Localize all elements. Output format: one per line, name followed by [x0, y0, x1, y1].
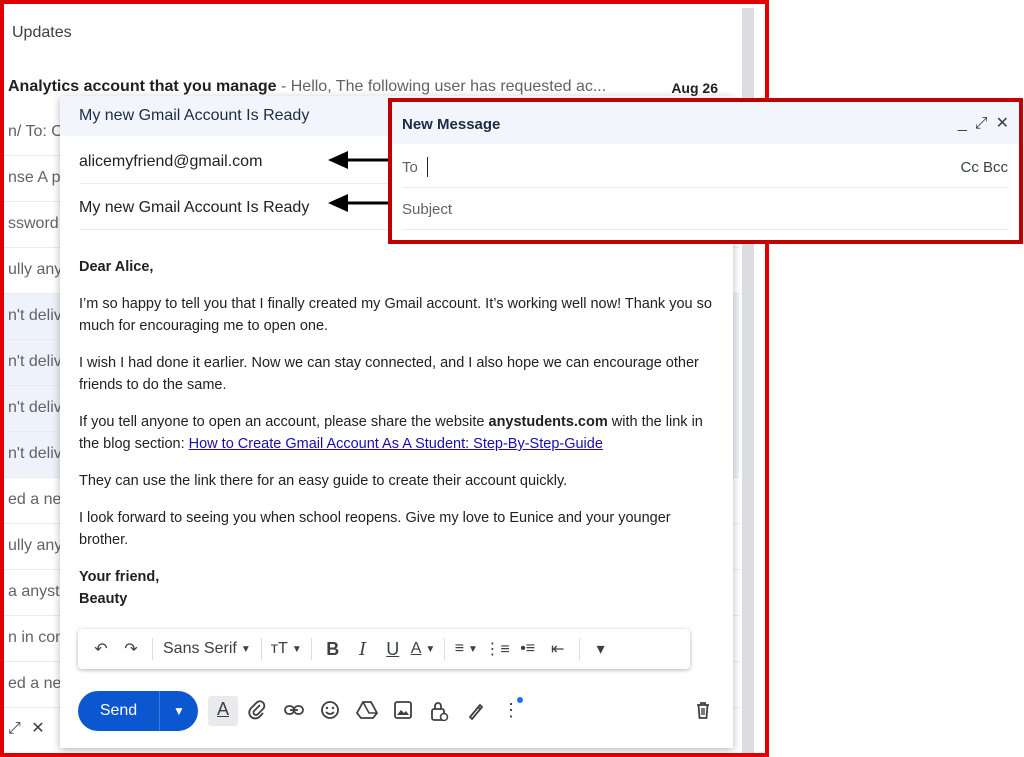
notification-dot: [517, 697, 523, 703]
close-icon[interactable]: ✕: [996, 115, 1009, 132]
subject-value: My new Gmail Account Is Ready: [79, 199, 310, 216]
chevron-down-icon: ▼: [240, 643, 251, 655]
to-label: To: [402, 159, 418, 176]
font-family-select[interactable]: Sans Serif ▼: [159, 635, 255, 663]
close-icon[interactable]: ✕: [31, 720, 44, 737]
new-message-title: New Message: [402, 116, 501, 133]
arrow-subject-field-icon: [328, 194, 388, 212]
more-formatting-icon[interactable]: ▾: [586, 635, 616, 663]
body-text: If you tell anyone to open an account, p…: [79, 414, 489, 430]
message-body[interactable]: Dear Alice, I’m so happy to tell you tha…: [79, 256, 714, 610]
body-signature: Beauty: [79, 591, 128, 607]
send-options-button[interactable]: ▼: [160, 691, 198, 731]
bold-button[interactable]: B: [318, 635, 348, 663]
send-button[interactable]: Send: [78, 691, 160, 731]
inbox-window-controls: ⤢ ✕: [8, 718, 51, 738]
underline-button[interactable]: U: [378, 635, 408, 663]
compose-title: My new Gmail Account Is Ready: [79, 107, 310, 124]
arrow-to-field-icon: [328, 151, 388, 169]
text-color-icon: A: [410, 640, 422, 657]
chevron-down-icon: ▼: [468, 643, 478, 655]
website-name: anystudents.com: [488, 414, 608, 430]
attach-file-icon[interactable]: [244, 700, 270, 724]
toolbar-divider: [444, 638, 446, 660]
toolbar-divider: [152, 638, 153, 660]
send-group: Send ▼: [78, 691, 198, 731]
minimize-icon[interactable]: _: [958, 115, 967, 132]
bulleted-list-icon[interactable]: •≡: [513, 635, 543, 663]
align-button[interactable]: ≡ ▼: [451, 635, 481, 663]
inbox-row-fragment: ssword f: [8, 215, 68, 232]
font-size-button[interactable]: ᴛT ▼: [268, 635, 305, 663]
text-color-button[interactable]: A ▼: [408, 635, 439, 663]
more-options-icon[interactable]: ⋮: [498, 700, 524, 724]
window-controls: _ ⤢ ✕: [950, 113, 1009, 133]
inbox-row-fragment: n't deliv: [8, 399, 62, 416]
signature-icon[interactable]: [463, 700, 489, 724]
expand-icon[interactable]: ⤢: [8, 720, 21, 737]
formatting-options-icon[interactable]: A: [208, 696, 238, 726]
font-family-label: Sans Serif: [163, 640, 237, 657]
to-input[interactable]: To Cc Bcc: [402, 146, 1008, 188]
new-message-window: New Message _ ⤢ ✕ To Cc Bcc Subject: [388, 98, 1023, 244]
cc-bcc-link[interactable]: Cc Bcc: [960, 159, 1008, 176]
body-paragraph: If you tell anyone to open an account, p…: [79, 411, 714, 455]
redo-icon[interactable]: ↷: [116, 635, 146, 663]
link-icon[interactable]: [281, 700, 307, 724]
inbox-row-snippet: - Hello, The following user has requeste…: [276, 78, 607, 95]
body-paragraph: I’m so happy to tell you that I finally …: [79, 296, 712, 334]
chevron-down-icon: ▼: [425, 643, 436, 655]
body-greeting: Dear Alice,: [79, 259, 154, 275]
drive-icon[interactable]: [354, 700, 380, 724]
confidential-mode-icon[interactable]: [426, 700, 452, 724]
expand-icon[interactable]: ⤢: [975, 115, 988, 132]
indent-less-icon[interactable]: ⇤: [543, 635, 573, 663]
body-paragraph: I wish I had done it earlier. Now we can…: [79, 355, 699, 393]
inbox-row-fragment: n't deliv: [8, 445, 62, 462]
align-icon: ≡: [454, 640, 465, 657]
new-message-header[interactable]: New Message _ ⤢ ✕: [392, 102, 1019, 144]
inbox-row-date: Aug 26: [671, 80, 718, 96]
undo-icon[interactable]: ↶: [86, 635, 116, 663]
numbered-list-icon[interactable]: ⋮≡: [481, 635, 512, 663]
subject-input[interactable]: Subject: [402, 188, 1008, 230]
to-recipient: alicemyfriend@gmail.com: [79, 153, 263, 170]
inbox-row-fragment: n/ To: O: [8, 123, 64, 140]
toolbar-divider: [578, 638, 580, 660]
body-paragraph: I look forward to seeing you when school…: [79, 510, 671, 548]
inbox-row-fragment: n't deliv: [8, 353, 62, 370]
inbox-row-fragment: n't deliv: [8, 307, 62, 324]
formatting-toolbar: ↶ ↷ Sans Serif ▼ ᴛT ▼ B I U A ▼ ≡ ▼ ⋮≡ •≡ ⇤ …: [78, 629, 690, 669]
text-cursor: [427, 157, 428, 177]
italic-button[interactable]: I: [348, 635, 378, 663]
text-size-icon: ᴛT: [270, 640, 288, 657]
inbox-row-sender: Analytics account that you manage: [8, 78, 277, 95]
inbox-section-title: Updates: [12, 24, 72, 41]
discard-draft-icon[interactable]: [690, 700, 716, 724]
body-closing: Your friend,: [79, 569, 160, 585]
guide-link[interactable]: How to Create Gmail Account As A Student…: [189, 436, 603, 452]
body-paragraph: They can use the link there for an easy …: [79, 473, 568, 489]
toolbar-divider: [260, 638, 262, 660]
toolbar-divider: [310, 638, 312, 660]
chevron-down-icon: ▼: [291, 643, 302, 655]
emoji-icon[interactable]: [317, 700, 343, 724]
subject-placeholder: Subject: [402, 201, 453, 218]
photo-icon[interactable]: [390, 700, 416, 724]
